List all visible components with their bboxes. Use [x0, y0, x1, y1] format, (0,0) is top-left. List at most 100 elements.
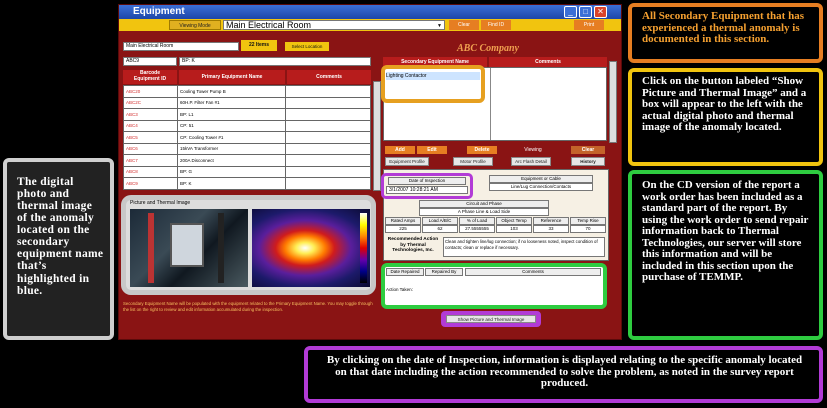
top-right-annotation-box: All Secondary Equipment that has experie… [628, 3, 823, 63]
primary-equipment-table: ABC20 Cooling Tower Pump B ABC2C 60H.P. Fil… [123, 85, 371, 190]
table-row[interactable]: ABC7 200A Disconnect [123, 154, 371, 167]
measure-label: Load A/B/C [422, 217, 458, 225]
table-row[interactable]: ABC5 CP: Cooling Tower #1 [123, 131, 371, 144]
room-combobox[interactable]: Main Electrical Room [223, 20, 445, 30]
room-select-value: Main Electrical Room [126, 43, 174, 49]
photo-wire-shape [218, 213, 224, 283]
clear-button[interactable]: Clear [449, 20, 479, 30]
table-row[interactable]: ABC6 15kVA Transformer [123, 142, 371, 155]
table-row[interactable]: ABC20 Cooling Tower Pump B [123, 85, 371, 98]
equipment-name-cell: 60H.P. Filter Fan #1 [177, 96, 286, 109]
measure-label: % of Load [459, 217, 495, 225]
bottom-note: Secondary Equipment Name will be populat… [123, 301, 373, 312]
primary-name-header: Primary Equipment Name [179, 70, 285, 84]
barcode-cell: ABC8 [123, 165, 178, 178]
equipment-name-cell: BP: G [177, 165, 286, 178]
barcode-header: Barcode Equipment ID [123, 70, 177, 84]
measure-value: 103 [496, 225, 532, 233]
tab-history[interactable]: History [571, 157, 605, 166]
barcode-cell: ABC3 [123, 108, 178, 121]
comments-cell [285, 96, 371, 109]
digital-photo [130, 209, 248, 287]
circuit-phase-label: Circuit and Phase [419, 200, 549, 208]
measure-value: 27.5555555 [459, 225, 495, 233]
items-badge: 22 Items [241, 40, 277, 51]
tab-arc-flash[interactable]: Arc Flash Detail [511, 157, 551, 166]
comments-cell [285, 177, 371, 190]
top-right-annotation-text: All Secondary Equipment that has experie… [642, 10, 804, 46]
barcode-cell: ABC9 [123, 177, 178, 190]
table-row[interactable]: ABC3 BP: L1 [123, 108, 371, 121]
action-taken-label: Action Taken: [386, 287, 413, 292]
measure-value: 62 [422, 225, 458, 233]
tab-motor-profile[interactable]: Motor Profile [453, 157, 493, 166]
add-button[interactable]: Add [385, 146, 415, 154]
equipment-name-cell: BP: K [177, 177, 286, 190]
table-scrollbar[interactable] [373, 81, 381, 191]
comments-cell [285, 154, 371, 167]
equipment-name-cell: 15kVA Transformer [177, 142, 286, 155]
company-name: ABC Company [457, 43, 519, 54]
table-row[interactable]: ABC9 BP: K [123, 177, 371, 190]
abc-field[interactable]: ABC9 [123, 57, 177, 66]
comments-cell [285, 131, 371, 144]
select-location-button[interactable]: Select Location [285, 42, 329, 51]
photo-panel: Picture and Thermal Image [121, 195, 376, 295]
measure-value: 33 [533, 225, 569, 233]
equipment-or-cable-label: Equipment or Cable [489, 175, 593, 183]
delete-button[interactable]: Delete [467, 146, 497, 154]
date-highlight-box: Date of Inspection 3/1/2007 10:28:21 AM [381, 173, 473, 199]
line-lug-value: Line/Lug Connection/Contacts [489, 183, 593, 191]
measure-label: Object Temp [496, 217, 532, 225]
secondary-comments-column [490, 68, 491, 140]
comments-cell [285, 142, 371, 155]
photo-contactor-shape [170, 223, 204, 267]
photo-panel-title: Picture and Thermal Image [130, 200, 191, 206]
measure-label: Temp Rise [570, 217, 606, 225]
table-row[interactable]: ABC8 BP: G [123, 165, 371, 178]
close-icon[interactable]: ✕ [594, 6, 607, 18]
measure-value: 225 [385, 225, 421, 233]
barcode-cell: ABC20 [123, 85, 178, 98]
lower-right-annotation-text: On the CD version of the report a work o… [642, 179, 809, 284]
secondary-list-item[interactable]: Lighting Contactor [386, 72, 480, 80]
viewing-mode-button[interactable]: Viewing Mode [169, 20, 221, 30]
show-picture-button[interactable]: Show Picture and Thermal Image [446, 315, 536, 323]
photo-wire-shape [148, 213, 154, 283]
comments-cell [285, 119, 371, 132]
room-select[interactable]: Main Electrical Room [123, 42, 239, 51]
bottom-annotation-box: By clicking on the date of Inspection, i… [304, 346, 823, 403]
bottom-annotation-text: By clicking on the date of Inspection, i… [326, 354, 803, 390]
lower-right-annotation-box: On the CD version of the report a work o… [628, 170, 823, 340]
comments-header: Comments [287, 70, 371, 84]
secondary-scrollbar[interactable] [609, 61, 617, 143]
table-row[interactable]: ABC4 CP: 51 [123, 119, 371, 132]
secondary-clear-button[interactable]: Clear [571, 146, 605, 154]
tab-equipment-profile[interactable]: Equipment Profile [385, 157, 429, 166]
secondary-comments-header: Comments [489, 57, 607, 67]
toolbar: Viewing Mode Main Electrical Room ▼ Clea… [119, 19, 621, 31]
find-id-button[interactable]: Find ID [481, 20, 511, 30]
room-value: Main Electrical Room [226, 20, 312, 30]
barcode-cell: ABC2C [123, 96, 178, 109]
date-repaired-header: Date Repaired [386, 268, 424, 276]
comments-cell [285, 108, 371, 121]
chevron-down-icon[interactable]: ▼ [437, 23, 442, 29]
table-row[interactable]: ABC2C 60H.P. Filter Fan #1 [123, 96, 371, 109]
window-titlebar: Equipment [119, 5, 621, 19]
barcode-cell: ABC5 [123, 131, 178, 144]
show-picture-box: Show Picture and Thermal Image [441, 311, 541, 327]
edit-button[interactable]: Edit [417, 146, 447, 154]
mid-right-annotation-text: Click on the button labeled “Show Pictur… [642, 75, 807, 134]
print-button[interactable]: Print [574, 20, 604, 30]
date-select[interactable]: 3/1/2007 10:28:21 AM [386, 186, 468, 194]
comments-cell [285, 85, 371, 98]
window-title: Equipment [133, 6, 185, 17]
bp-field[interactable]: BP: K [179, 57, 371, 66]
maximize-icon[interactable]: □ [579, 6, 592, 18]
repair-comments-header: Comments [465, 268, 601, 276]
recommended-text: Clean and tighten line/lug connection; i… [443, 237, 605, 257]
minimize-icon[interactable]: _ [564, 6, 577, 18]
thermal-image [252, 209, 370, 287]
measure-value: 70 [570, 225, 606, 233]
